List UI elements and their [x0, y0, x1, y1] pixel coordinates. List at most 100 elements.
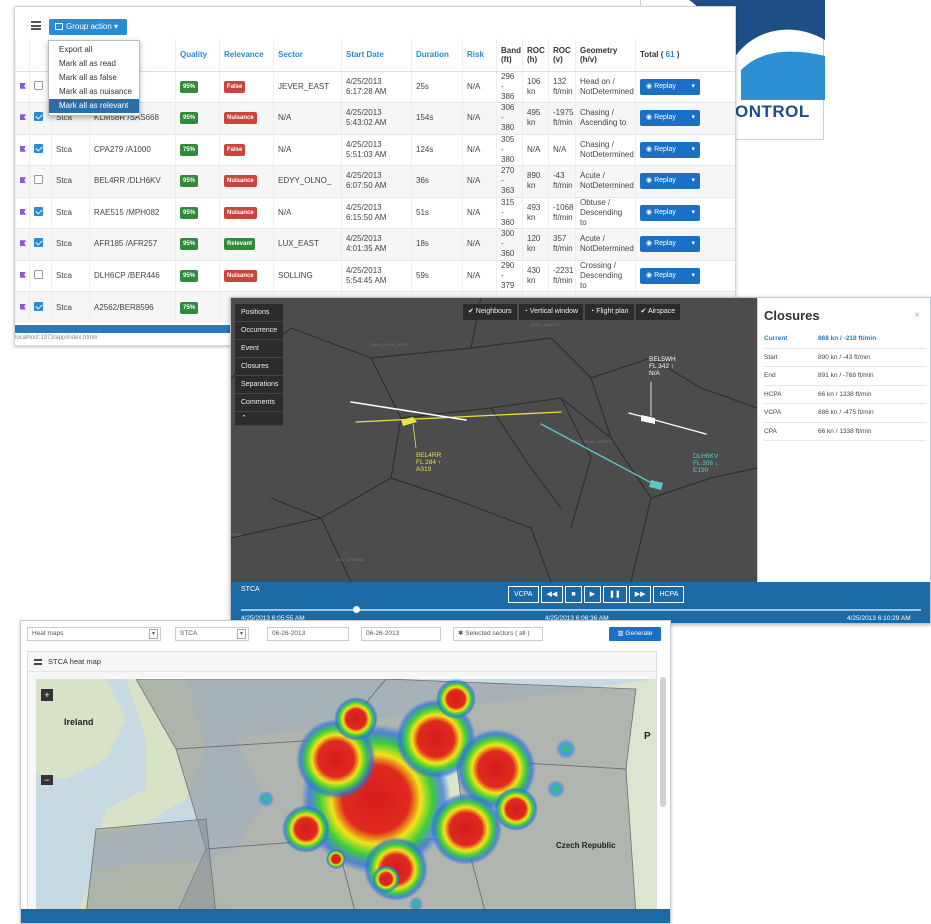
replay-button[interactable]: ◉ Replay ▾ [640, 141, 700, 158]
col-risk[interactable]: Risk [462, 39, 497, 72]
group-action-button[interactable]: Group action ▾ [49, 19, 127, 35]
menu-item-mark-read[interactable]: Mark all as read [49, 57, 139, 71]
hcpa-button[interactable]: HCPA [653, 586, 685, 603]
category-select[interactable]: STCA ▼ [175, 627, 249, 641]
track-label-dlh6kv[interactable]: DLH6KV FL 306 ↓ E190 [693, 453, 718, 474]
relevance-badge[interactable]: Relevant [224, 238, 256, 251]
radar-map[interactable]: EDYY_OLNO_WEST EDUU_NORTH EDYY_OLNO_NORT… [231, 298, 757, 582]
replay-button[interactable]: ◉ Replay ▾ [640, 204, 700, 221]
cell-band: 296 - 386 [496, 70, 523, 103]
flag-icon[interactable] [20, 240, 26, 247]
zoom-in-button[interactable]: + [41, 689, 53, 701]
flag-icon[interactable] [20, 303, 26, 310]
relevance-badge[interactable]: Nuisance [224, 269, 257, 282]
menu-comments[interactable]: Comments [235, 394, 283, 412]
menu-separations[interactable]: Separations [235, 376, 283, 394]
flag-icon[interactable] [20, 114, 26, 121]
relevance-badge[interactable]: False [224, 80, 246, 93]
closures-list: Current 868 kn / -218 ft/min Start 890 kn /… [764, 330, 926, 441]
selected-sectors-button[interactable]: ✱ Selected sectors ( all ) [453, 627, 543, 641]
flag-icon[interactable] [20, 177, 26, 184]
pause-button[interactable]: ❚❚ [602, 586, 627, 603]
zoom-out-button[interactable]: − [41, 775, 53, 785]
table-row[interactable]: Stca DLH6CP /BER446 95% Nuisance SOLLING 4/25… [15, 259, 735, 292]
relevance-badge[interactable]: Nuisance [224, 112, 257, 125]
closure-value: 868 kn / -218 ft/min [818, 335, 877, 343]
toggle-airspace[interactable]: ✔ Airspace [635, 304, 681, 320]
toggle-neighbours[interactable]: ✔ Neighbours [463, 304, 517, 320]
menu-occurrence[interactable]: Occurrence [235, 322, 283, 340]
quality-badge: 95% [180, 238, 199, 251]
list-view-icon[interactable] [31, 21, 41, 30]
total-count: 61 [665, 50, 675, 60]
replay-button[interactable]: ◉ Replay ▾ [640, 173, 700, 190]
track-label-bel5wh[interactable]: BEL5WH FL 342 ↑ N/A [649, 356, 676, 377]
row-checkbox[interactable] [34, 143, 43, 153]
replay-timeline[interactable] [241, 609, 921, 611]
toggle-vertical-window[interactable]: ◔ Vertical window [518, 304, 584, 320]
heatmap-map[interactable]: + − Ireland Czech Republic P [36, 679, 656, 915]
menu-item-mark-false[interactable]: Mark all as false [49, 71, 139, 85]
relevance-badge[interactable]: False [224, 143, 246, 156]
cell-band: 300 - 360 [496, 228, 523, 260]
menu-closures[interactable]: Closures [235, 358, 283, 376]
vcpa-button[interactable]: VCPA [508, 586, 539, 603]
row-checkbox[interactable] [34, 269, 43, 279]
flag-icon[interactable] [20, 271, 26, 278]
row-checkbox[interactable] [34, 175, 43, 185]
menu-item-mark-nuisance[interactable]: Mark all as nuisance [49, 85, 139, 99]
menu-item-export-all[interactable]: Export all [49, 43, 139, 57]
play-button[interactable]: ▶ [583, 586, 601, 603]
table-row[interactable]: Stca RAE515 /MPH082 95% Nuisance N/A 4/25/201… [15, 196, 735, 229]
menu-item-mark-relevant[interactable]: Mark all as relevant [49, 99, 139, 113]
vertical-scrollbar[interactable] [660, 677, 666, 807]
replay-button[interactable]: ◉ Replay ▾ [640, 78, 700, 95]
replay-button[interactable]: ◉ Replay ▾ [640, 236, 700, 253]
col-start-date[interactable]: Start Date [341, 39, 412, 72]
track-label-bel4rr[interactable]: BEL4RR FL 284 ↑ A319 [416, 452, 441, 473]
cell-callsigns: DLH6CP /BER446 [89, 259, 176, 292]
cell-band: 290 - 379 [496, 259, 523, 292]
row-checkbox[interactable] [34, 206, 43, 216]
date-to-input[interactable]: 06-26-2013 [361, 627, 441, 641]
menu-positions[interactable]: Positions [235, 304, 283, 322]
rewind-button[interactable]: ◀◀ [540, 586, 564, 603]
col-relevance[interactable]: Relevance [219, 39, 274, 72]
table-row[interactable]: Stca BEL4RR /DLH6KV 95% Nuisance EDYY_OLNO_ 4… [15, 165, 735, 197]
table-row[interactable]: Stca CPA279 /A1000 75% False N/A 4/25/2013 5:… [15, 133, 735, 166]
cell-type: Stca [51, 259, 90, 292]
row-checkbox[interactable] [34, 112, 43, 122]
flag-icon[interactable] [20, 82, 26, 89]
cell-start-date: 4/25/2013 6:07:50 AM [341, 165, 412, 197]
replay-control-bar: STCA VCPA ◀◀ ■ ▶ ❚❚ ▶▶ HCPA 4/25/2013 6:… [231, 582, 930, 623]
row-checkbox[interactable] [34, 80, 43, 90]
replay-button[interactable]: ◉ Replay ▾ [640, 110, 700, 127]
flag-icon[interactable] [20, 145, 26, 152]
row-checkbox[interactable] [34, 301, 43, 311]
cell-risk: N/A [462, 196, 497, 229]
menu-event[interactable]: Event [235, 340, 283, 358]
closure-value: 66 kn / 1338 ft/min [818, 427, 872, 435]
generate-button[interactable]: ▥ Generate [609, 627, 661, 641]
toggle-flight-plan[interactable]: ◔ Flight plan [585, 304, 634, 320]
cell-start-date: 4/25/2013 5:51:03 AM [341, 133, 412, 166]
stop-button[interactable]: ■ [565, 586, 582, 603]
collapse-up-icon[interactable]: ⌃ [235, 412, 283, 426]
col-sector[interactable]: Sector [273, 39, 342, 72]
row-checkbox[interactable] [34, 238, 43, 248]
fast-forward-button[interactable]: ▶▶ [628, 586, 652, 603]
relevance-badge[interactable]: Nuisance [224, 206, 257, 219]
table-row[interactable]: Stca AFR185 /AFR257 95% Relevant LUX_EAST 4/2… [15, 228, 735, 260]
report-type-select[interactable]: Heat maps ▼ [27, 627, 161, 641]
replay-timeline-handle[interactable] [353, 606, 361, 613]
flag-icon[interactable] [20, 208, 26, 215]
date-from-input[interactable]: 06-26-2013 [267, 627, 349, 641]
col-duration[interactable]: Duration [411, 39, 463, 72]
relevance-badge[interactable]: Nuisance [224, 175, 257, 188]
svg-text:LUX_CENTRAL: LUX_CENTRAL [336, 557, 365, 562]
play-circle-icon: ◉ [646, 82, 655, 90]
cell-duration: 59s [411, 259, 463, 292]
close-icon[interactable]: × [914, 310, 920, 321]
col-quality[interactable]: Quality [175, 39, 220, 72]
replay-button[interactable]: ◉ Replay ▾ [640, 267, 700, 284]
